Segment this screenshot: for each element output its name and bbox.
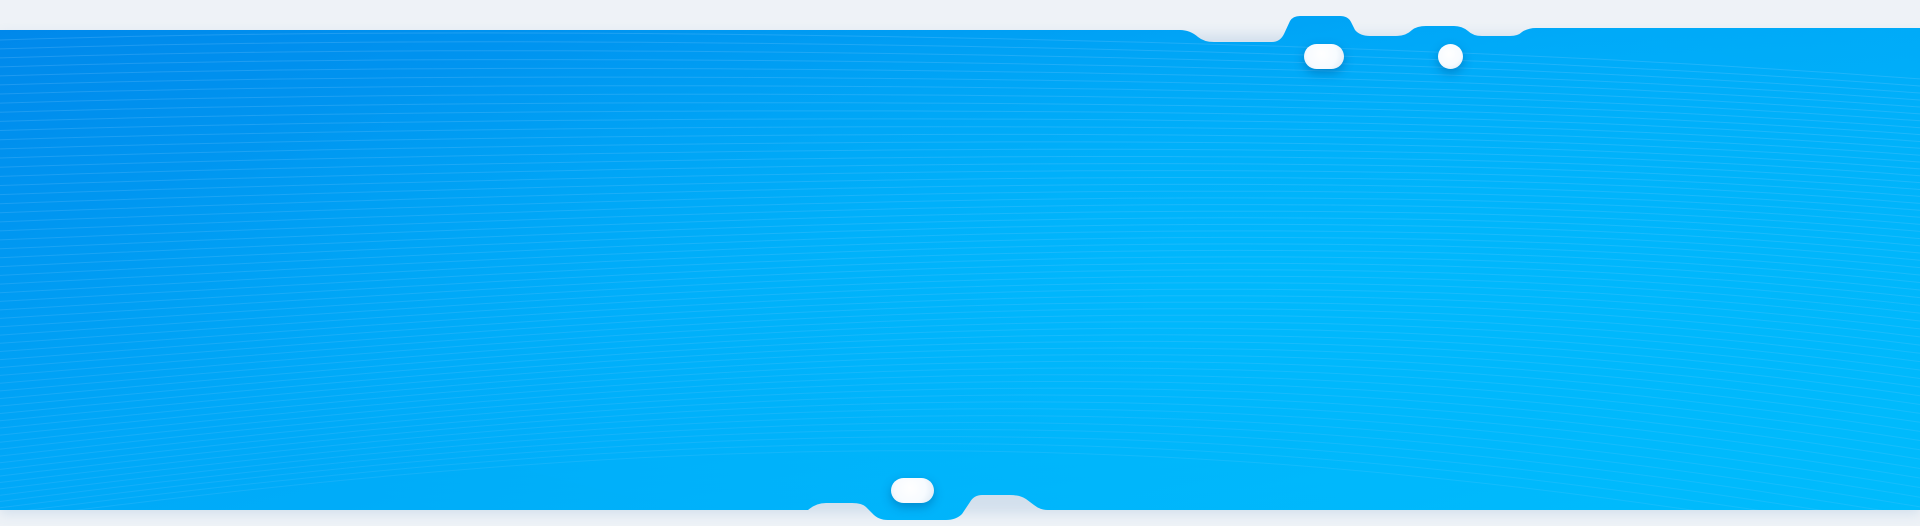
bottom-pill-wide — [891, 478, 934, 503]
banner-stage — [0, 0, 1920, 526]
top-pill-wide — [1304, 44, 1344, 69]
banner-background — [0, 16, 1920, 520]
top-pill-round — [1438, 44, 1463, 69]
